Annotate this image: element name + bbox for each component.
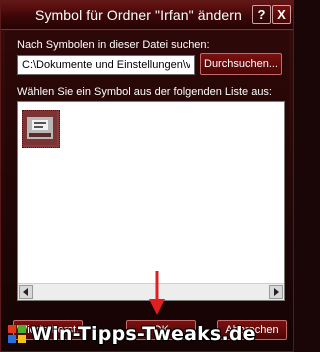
close-button[interactable]: X: [272, 5, 291, 24]
folder-icon-thumbnail[interactable]: [22, 110, 60, 148]
scroll-right-icon: [274, 288, 279, 296]
browse-button[interactable]: Durchsuchen...: [200, 53, 282, 75]
help-button[interactable]: ?: [252, 5, 271, 24]
scroll-left-button[interactable]: [19, 285, 33, 299]
list-label: Wählen Sie ein Symbol aus der folgenden …: [17, 86, 272, 98]
red-arrow-annotation-icon: [149, 271, 165, 315]
window-title: Symbol für Ordner "Irfan" ändern: [35, 7, 242, 23]
search-label: Nach Symbolen in dieser Datei suchen:: [17, 39, 210, 51]
title-bar[interactable]: Symbol für Ordner "Irfan" ändern ? X: [1, 1, 293, 30]
scroll-right-button[interactable]: [269, 285, 283, 299]
dialog-window: Symbol für Ordner "Irfan" ändern ? X Nac…: [0, 0, 294, 352]
folder-picture-icon: [23, 111, 57, 145]
watermark: Win-Tipps-Tweaks.de: [7, 321, 256, 347]
scroll-left-icon: [23, 288, 28, 296]
windows-logo-icon: [8, 325, 26, 343]
path-input[interactable]: [17, 55, 195, 75]
watermark-text: Win-Tipps-Tweaks.de: [31, 323, 256, 345]
